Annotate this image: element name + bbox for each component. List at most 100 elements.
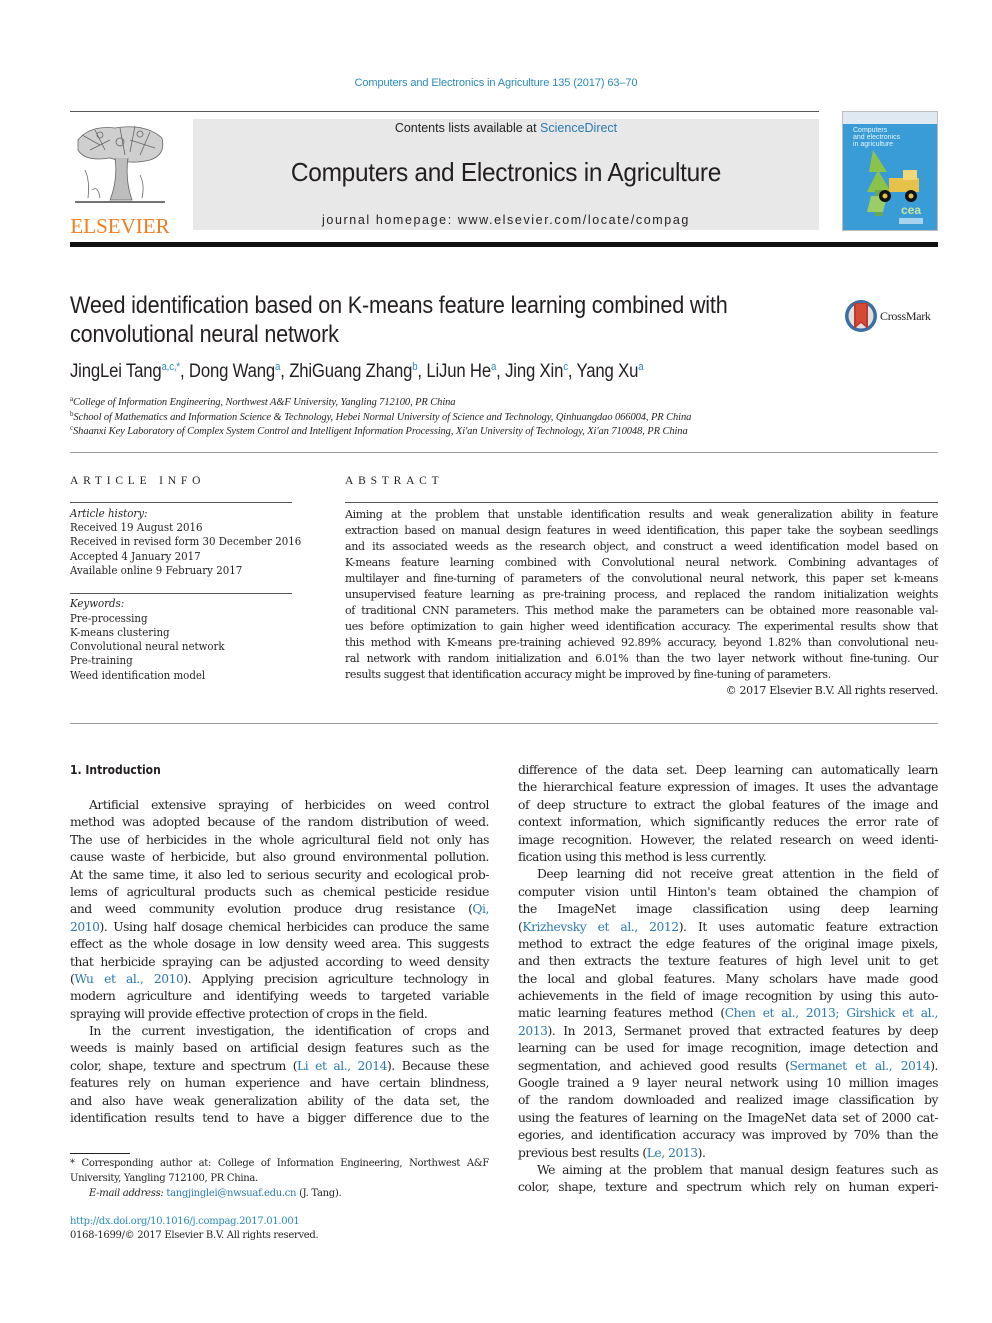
body-text-line: method was adopted because of the random… [70,814,489,831]
body-text-line: color, shape, texture and spectrum (Li e… [70,1058,489,1075]
line-text: ). Because these [387,1058,489,1073]
journal-homepage: journal homepage: www.elsevier.com/locat… [193,213,819,227]
author-name[interactable]: JingLei Tang [70,361,162,382]
divider [70,502,292,503]
body-text-line: Google trained a 9 layer neural network … [518,1075,938,1092]
body-text-line: method to extract the edge features of t… [518,936,938,953]
body-text-line: that herbicide spraying can be adjusted … [70,954,489,971]
line-text: context information, which significantly… [518,815,938,830]
keywords-label: Keywords: [70,597,125,610]
footnote-line: * Corresponding author at: College of In… [70,1158,489,1169]
article-title-line: convolutional neural network [70,321,339,348]
abstract-heading: ABSTRACT [345,475,444,487]
author-name[interactable]: Yang Xu [577,361,639,382]
divider [345,502,938,503]
body-text-line: At the same time, it also led to serious… [70,867,489,884]
body-text-line: the local and global features. Many scho… [518,971,938,988]
sciencedirect-link[interactable]: ScienceDirect [540,121,617,135]
affiliation: bSchool of Mathematics and Information S… [70,410,691,423]
author-name[interactable]: Jing Xin [505,361,563,382]
line-text: The use of herbicides in the whole agric… [70,832,489,847]
crossmark-badge[interactable]: CrossMark [843,298,943,334]
abstract-line: unsupervised feature learning as pre-tra… [345,588,938,601]
line-text: Google trained a 9 layer neural network … [518,1076,938,1091]
body-text-line: Deep learning did not receive great atte… [518,866,938,883]
abstract-line: of traditional CNN parameters. This meth… [345,604,938,617]
abstract-line: and its associated weeds as the research… [345,540,938,553]
body-text-line: modern agriculture and identifying weeds… [70,988,489,1005]
line-text: difference of the data set. Deep learnin… [518,763,938,777]
citation-link[interactable]: Le, 2013 [647,1146,698,1160]
elsevier-logo[interactable]: ELSEVIER [70,120,170,237]
author-name[interactable]: ZhiGuang Zhang [289,361,412,382]
body-text-line: In the current investigation, the identi… [70,1023,489,1040]
citation-link[interactable]: Wu et al., 2010 [74,972,184,986]
article-history-label: Article history: [70,507,148,520]
citation-link[interactable]: Sermanet et al., 2014 [789,1059,930,1073]
history-item: Accepted 4 January 2017 [70,550,201,563]
line-text: method to extract the edge features of t… [518,936,938,951]
author-separator: , [179,361,189,382]
line-text: Deep learning did not receive great atte… [537,867,938,882]
citation-link[interactable]: Krizhevsky et al., 2012 [522,920,679,934]
affiliation-text: Shaanxi Key Laboratory of Complex System… [73,426,688,437]
line-text: effect as the whole dosage in low densit… [70,937,489,952]
line-text: that herbicide spraying can be adjusted … [70,954,489,969]
affiliation-text: College of Information Engineering, Nort… [73,397,456,408]
citation-link[interactable]: Li et al., 2014 [297,1059,387,1073]
author-affiliation-marker[interactable]: a,c,* [161,361,180,373]
body-text-line: computer vision until Hinton's team obta… [518,884,938,901]
keyword: Pre-processing [70,612,148,625]
author-name[interactable]: LiJun He [426,361,491,382]
body-text-line: and also have weak generalization abilit… [70,1093,489,1110]
body-text-line: effect as the whole dosage in low densit… [70,936,489,953]
abstract-line: results suggest that identification accu… [345,668,831,681]
body-text-line: context information, which significantly… [518,814,938,831]
line-text: color, shape, texture and spectrum ( [70,1058,298,1073]
body-text-line: (Wu et al., 2010). Applying precision ag… [70,971,489,988]
footnote-line: University, Yangling 712100, PR China. [70,1173,258,1184]
body-text-line: lems of agricultural products such as ch… [70,884,489,901]
line-text: of deep structure to extract the global … [518,797,938,812]
running-head[interactable]: Computers and Electronics in Agriculture… [0,77,992,89]
line-text: learning can be used for image recogniti… [518,1041,938,1056]
elsevier-tree-icon [75,125,165,203]
body-text-line: 2010). Using half dosage chemical herbic… [70,919,489,936]
footnote-rule [70,1153,130,1154]
abstract-line: ues before optimization to gain higher w… [345,620,938,633]
line-text: the local and global features. Many scho… [518,971,938,986]
citation-link[interactable]: Qi, [472,902,489,916]
line-text: Artificial extensive spraying of herbici… [89,798,489,812]
line-text: modern agriculture and identifying weeds… [70,989,489,1004]
email-suffix: (J. Tang). [296,1188,342,1199]
section-heading: 1. Introduction [70,763,161,777]
email-line: E-mail address: tangjinglei@nwsuaf.edu.c… [70,1186,489,1201]
email-link[interactable]: tangjinglei@nwsuaf.edu.cn [166,1188,296,1199]
body-column-right: difference of the data set. Deep learnin… [518,762,938,1197]
citation-link[interactable]: 2013 [518,1024,548,1038]
doi-link[interactable]: http://dx.doi.org/10.1016/j.compag.2017.… [70,1216,300,1227]
journal-masthead: Contents lists available at ScienceDirec… [193,119,819,230]
body-text-line: of deep structure to extract the global … [518,797,938,814]
body-text-line: We aiming at the problem that manual des… [518,1162,938,1179]
body-text-line: matic learning features method (Chen et … [518,1005,938,1022]
line-text: identification results tend to have a bi… [70,1111,489,1126]
line-text: ). [697,1145,706,1160]
citation-link[interactable]: 2010 [70,920,100,934]
author-name[interactable]: Dong Wang [189,361,275,382]
crossmark-label: CrossMark [880,309,931,323]
author-affiliation-marker[interactable]: a [638,361,643,373]
body-text-line: cause waste of herbicide, but also groun… [70,849,489,866]
homepage-url[interactable]: www.elsevier.com/locate/compag [458,213,690,227]
article-title-line: Weed identification based on K-means fea… [70,292,728,319]
header-thick-rule [70,242,938,247]
email-label: E-mail address: [89,1188,167,1199]
line-text: ). Applying precision agriculture techno… [183,971,489,986]
body-text-line: achievements in the field of image recog… [518,988,938,1005]
homepage-prefix: journal homepage: [322,213,458,227]
affiliation: cShaanxi Key Laboratory of Complex Syste… [70,424,688,437]
citation-link[interactable]: Chen et al., 2013; Girshick et al., [725,1006,939,1020]
journal-cover-image[interactable]: Computers and electronics in agriculture… [842,111,938,231]
keyword: Weed identification model [70,669,206,682]
line-text: ). [930,1058,938,1073]
